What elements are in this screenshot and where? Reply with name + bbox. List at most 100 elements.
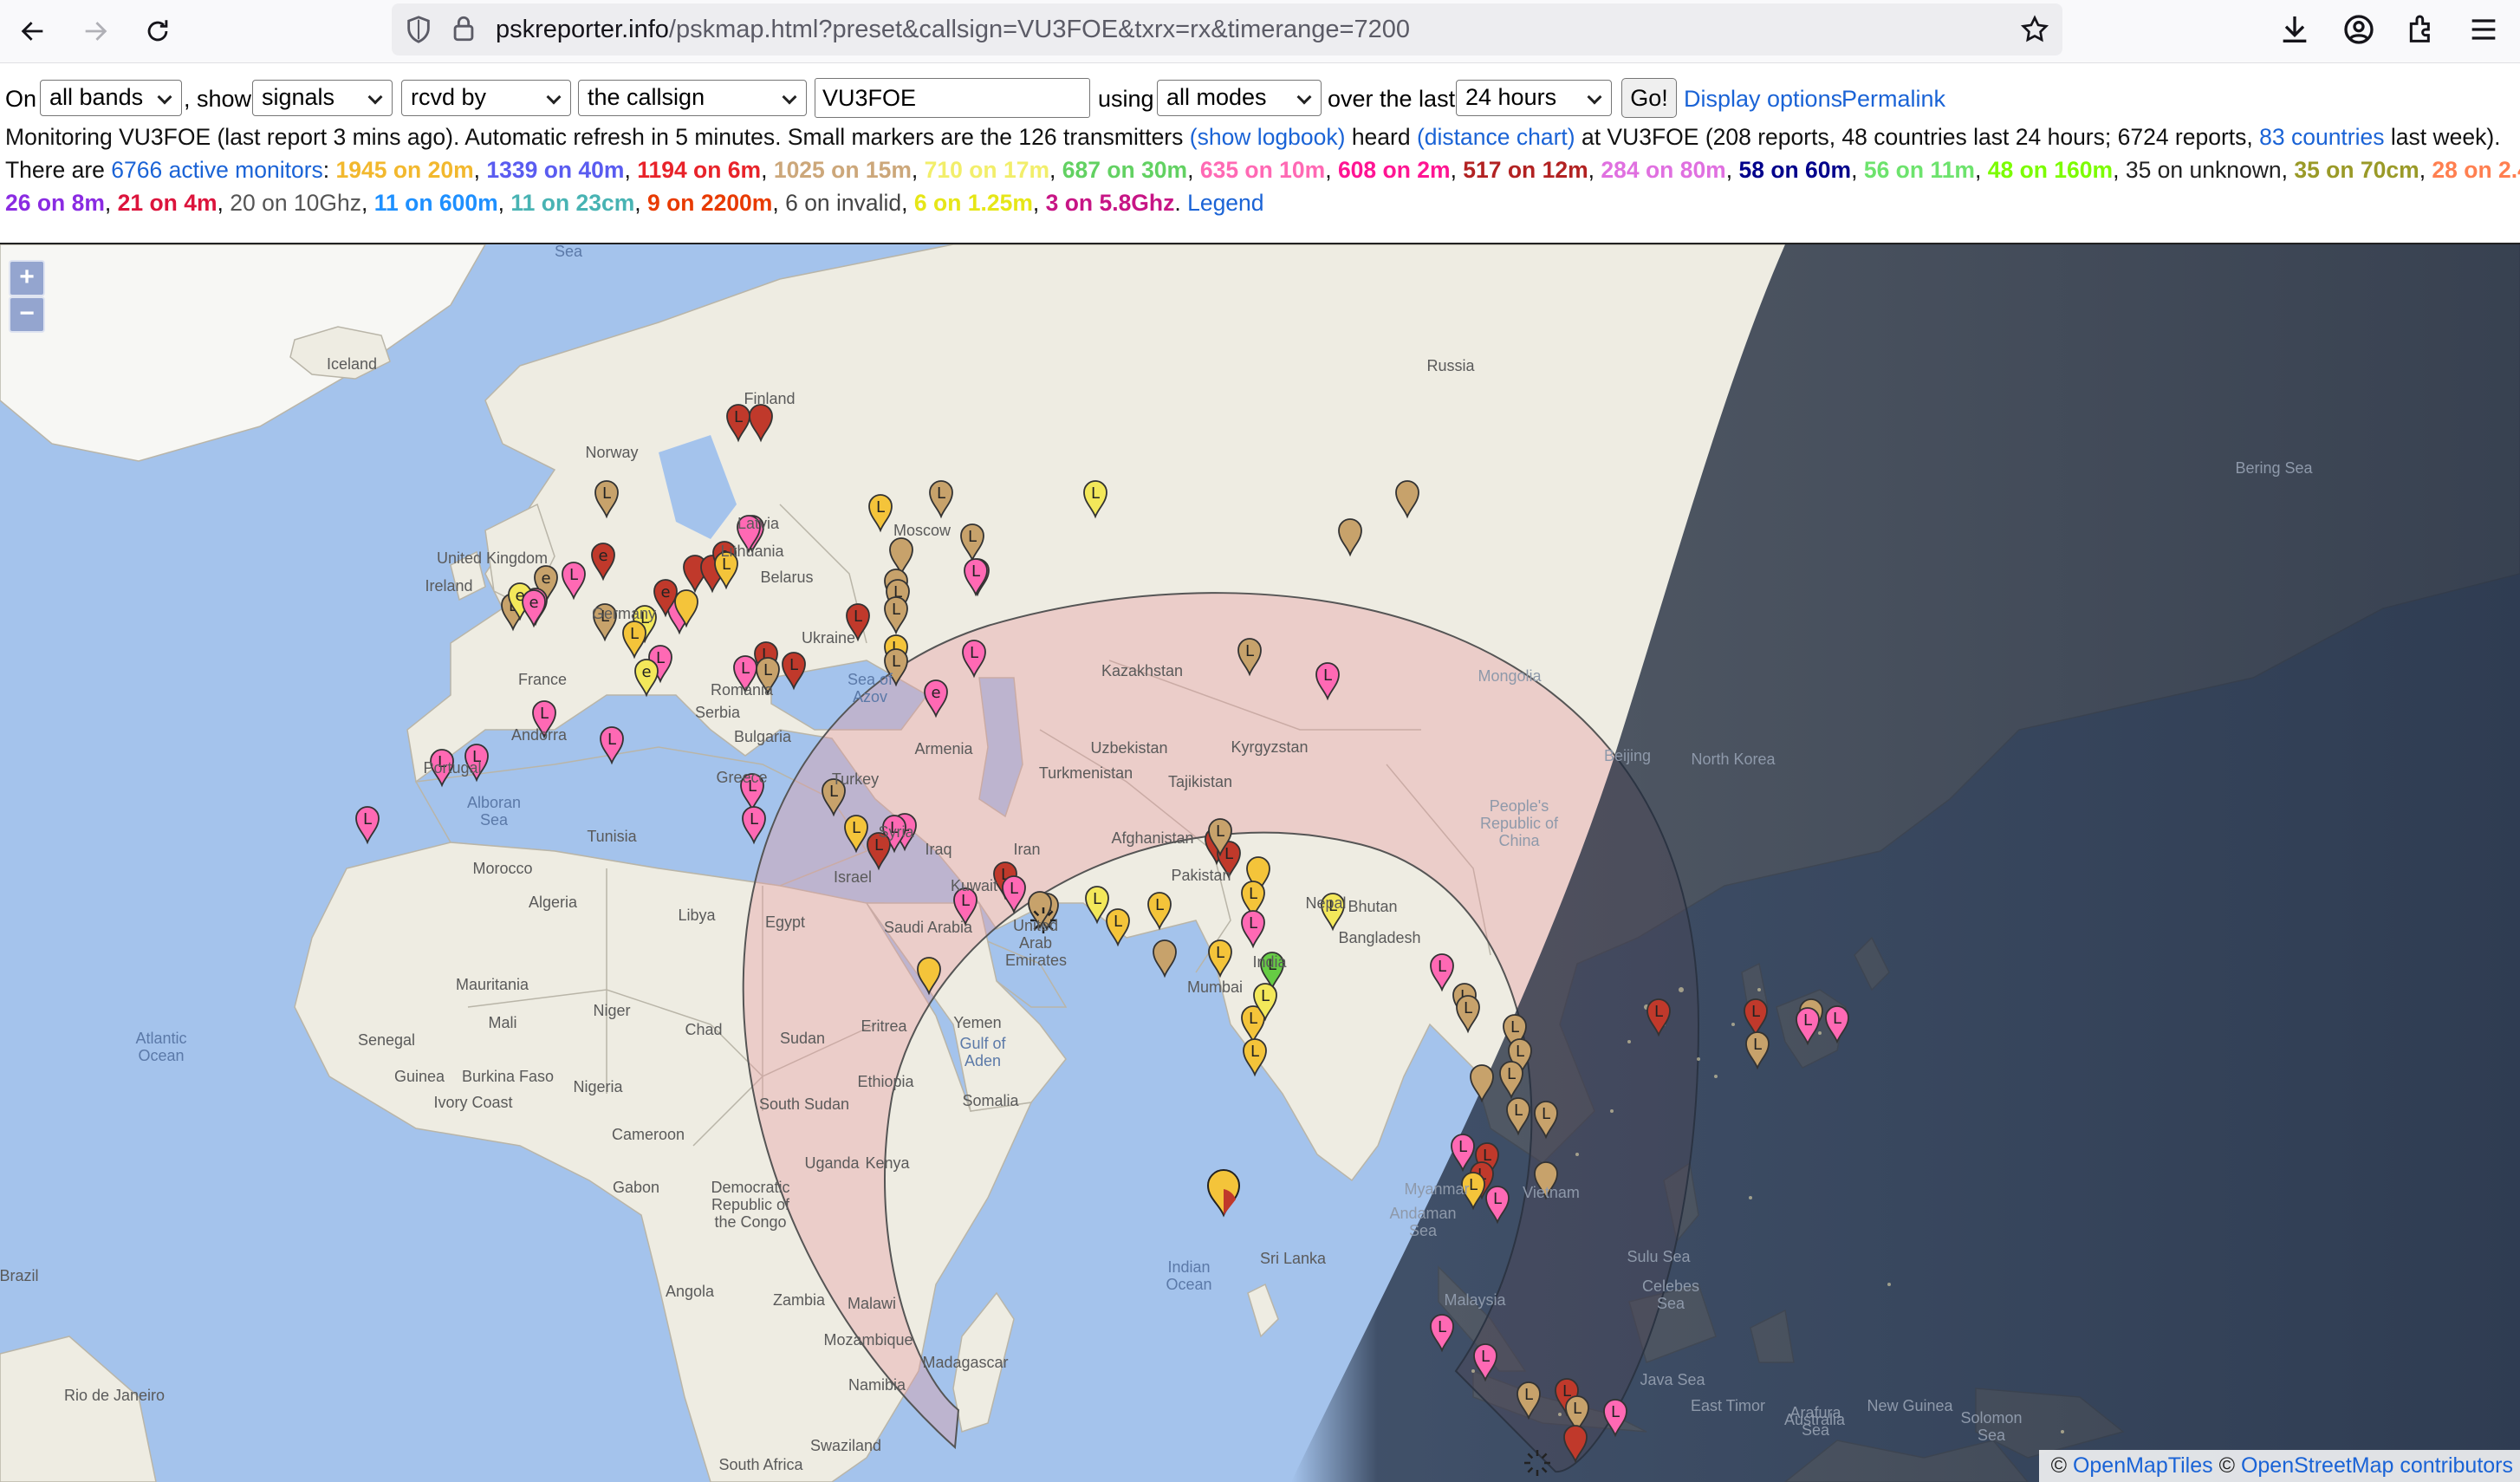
zoom-out-button[interactable]: −: [9, 296, 45, 333]
map-label: New Guinea: [1867, 1397, 1953, 1414]
hamburger-menu-icon[interactable]: [2466, 12, 2501, 47]
marker-letter: L: [1573, 1400, 1581, 1418]
marker-letter: L: [789, 656, 798, 674]
map-label: India: [1252, 953, 1287, 971]
marker-letter: L: [1542, 1105, 1550, 1123]
band-list-1: 1945 on 20m, 1339 on 40m, 1194 on 6m, 10…: [336, 157, 2520, 183]
map-label: Turkey: [831, 770, 880, 788]
band-count: 26 on 8m: [5, 190, 105, 216]
band-count: 608 on 2m: [1337, 157, 1451, 183]
marker-letter: L: [1753, 1036, 1762, 1054]
marker-letter: L: [1464, 999, 1472, 1017]
map-label: Norway: [585, 444, 639, 461]
band-count: 20 on 10Ghz: [230, 190, 362, 216]
map-label: Sudan: [779, 1030, 826, 1047]
map-label: Bangladesh: [1338, 929, 1421, 946]
map-label: Mozambique: [823, 1331, 913, 1349]
map-label: Sea of Azov: [847, 671, 893, 705]
marker-letter: L: [1245, 642, 1254, 660]
openmaptiles-link[interactable]: OpenMapTiles: [2073, 1453, 2213, 1478]
target-select[interactable]: the callsign: [578, 80, 807, 116]
on-label: On: [5, 86, 37, 112]
map-label: Gulf of Aden: [959, 1035, 1006, 1069]
marker-letter: L: [602, 484, 611, 503]
permalink-link[interactable]: Permalink: [1841, 86, 1945, 112]
map-label: Indian Ocean: [1166, 1258, 1212, 1293]
marker-letter: L: [540, 705, 549, 723]
extensions-icon[interactable]: [2404, 12, 2439, 47]
marker-letter: L: [1249, 914, 1257, 933]
direction-select[interactable]: rcvd by: [401, 80, 571, 116]
go-button[interactable]: Go!: [1621, 78, 1677, 118]
map-label: Tajikistan: [1167, 773, 1233, 790]
forward-arrow-icon[interactable]: [76, 12, 114, 50]
timerange-select[interactable]: 24 hours: [1456, 80, 1612, 116]
map-label: Chad: [685, 1021, 723, 1038]
marker-letter: L: [1516, 1043, 1524, 1061]
marker-letter: L: [1510, 1018, 1519, 1037]
map-label: United Kingdom: [436, 549, 549, 567]
active-monitors-link[interactable]: 6766 active monitors: [111, 157, 323, 183]
openstreetmap-link[interactable]: OpenStreetMap contributors: [2241, 1453, 2513, 1478]
map-label: Niger: [593, 1002, 631, 1019]
zoom-in-button[interactable]: +: [9, 260, 45, 296]
map-label: Swaziland: [809, 1437, 882, 1454]
map-label: Lithuania: [720, 543, 784, 560]
map-label: Malaysia: [1444, 1291, 1506, 1309]
map-label: Guinea: [393, 1068, 445, 1085]
monitor-band-counts: There are 6766 active monitors: 1945 on …: [5, 154, 2520, 185]
map-label: Kyrgyzstan: [1231, 738, 1309, 756]
show-logbook-link[interactable]: (show logbook): [1190, 124, 1346, 150]
reload-icon[interactable]: [139, 12, 177, 50]
marker-letter: L: [1514, 1102, 1523, 1120]
band-count: 3 on 5.8Ghz: [1045, 190, 1175, 216]
back-arrow-icon[interactable]: [14, 12, 52, 50]
show-select[interactable]: signals: [252, 80, 393, 116]
map-label: Armenia: [914, 740, 973, 757]
band-count: 1339 on 40m: [486, 157, 625, 183]
map-label: Kazakhstan: [1101, 662, 1184, 679]
map-label: Angola: [665, 1283, 715, 1300]
map-label: Senegal: [357, 1031, 416, 1049]
marker-letter: L: [607, 731, 616, 749]
map-label: Ivory Coast: [433, 1094, 513, 1111]
monitor-band-counts-2: 26 on 8m, 21 on 4m, 20 on 10Ghz, 11 on 6…: [5, 187, 1264, 218]
shield-icon[interactable]: [404, 15, 433, 44]
map-label: Nigeria: [573, 1078, 623, 1095]
map-label: Alboran Sea: [466, 794, 522, 829]
account-icon[interactable]: [2341, 12, 2376, 47]
marker-letter: L: [876, 498, 885, 517]
map-view[interactable]: LLLLLLeLeLLLLLeeLeeLeLLLLLLLLeLeLLLLLLLL…: [0, 243, 2520, 1482]
mode-select[interactable]: all modes: [1157, 80, 1322, 116]
band-count: 284 on 80m: [1601, 157, 1726, 183]
callsign-input[interactable]: [815, 78, 1090, 118]
monitoring-status: Monitoring VU3FOE (last report 3 mins ag…: [5, 121, 2501, 153]
map-label: Libya: [678, 907, 716, 924]
download-icon[interactable]: [2277, 12, 2312, 47]
legend-link[interactable]: Legend: [1187, 190, 1263, 216]
url-bar[interactable]: pskreporter.info/pskmap.html?preset&call…: [392, 3, 2062, 55]
map-label: Vietnam: [1523, 1184, 1580, 1201]
map-label: Tunisia: [587, 828, 637, 845]
band-count: 35 on 70cm: [2294, 157, 2419, 183]
marker-letter: L: [750, 810, 758, 829]
map-label: Mali: [488, 1014, 517, 1031]
map-label: Bhutan: [1348, 898, 1398, 915]
map-label: Sea: [554, 243, 583, 260]
map-label: Uganda: [804, 1154, 860, 1172]
copyright-symbol: ©: [2050, 1453, 2067, 1478]
band-count: 687 on 30m: [1062, 157, 1188, 183]
map-label: Andaman Sea: [1389, 1205, 1457, 1239]
marker-letter: L: [854, 608, 862, 626]
band-select[interactable]: all bands: [40, 80, 182, 116]
bookmark-star-icon[interactable]: [2019, 14, 2050, 45]
map-label: Afghanistan: [1111, 829, 1194, 847]
display-options-link[interactable]: Display options: [1684, 86, 1842, 112]
countries-link[interactable]: 83 countries: [2259, 124, 2384, 150]
lock-icon[interactable]: [449, 14, 478, 43]
distance-chart-link[interactable]: (distance chart): [1417, 124, 1575, 150]
map-label: Madagascar: [922, 1354, 1009, 1371]
url-text[interactable]: pskreporter.info/pskmap.html?preset&call…: [496, 14, 1410, 45]
map-label: Greece: [716, 769, 768, 786]
map-label: Kenya: [865, 1154, 910, 1172]
